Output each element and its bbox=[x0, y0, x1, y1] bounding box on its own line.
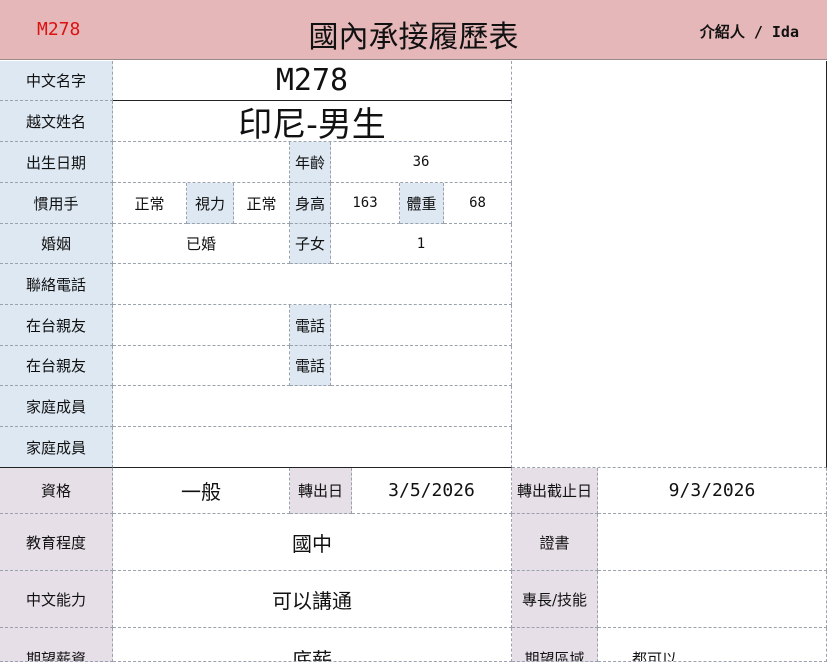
label-vision: 視力 bbox=[187, 183, 234, 224]
value-marriage: 已婚 bbox=[113, 224, 290, 264]
value-chinese-name: M278 bbox=[113, 61, 512, 101]
label-viet-name: 越文姓名 bbox=[0, 101, 113, 142]
value-hand: 正常 bbox=[113, 183, 187, 224]
value-weight: 68 bbox=[444, 183, 512, 224]
label-expected-salary: 期望薪資 bbox=[0, 628, 113, 662]
value-family-2 bbox=[113, 427, 512, 468]
label-family-2: 家庭成員 bbox=[0, 427, 113, 468]
value-expected-area: 都可以 bbox=[598, 628, 827, 662]
value-relative-2-phone bbox=[331, 346, 512, 386]
label-family-1: 家庭成員 bbox=[0, 386, 113, 427]
label-contact-phone: 聯絡電話 bbox=[0, 264, 113, 305]
label-expected-area: 期望區域 bbox=[512, 628, 598, 662]
label-relative-2-phone: 電話 bbox=[290, 346, 331, 386]
label-relative-1-phone: 電話 bbox=[290, 305, 331, 346]
value-age: 36 bbox=[331, 142, 512, 183]
label-hand: 慣用手 bbox=[0, 183, 113, 224]
value-family-1 bbox=[113, 386, 512, 427]
value-relative-1-phone bbox=[331, 305, 512, 346]
label-birth: 出生日期 bbox=[0, 142, 113, 183]
value-skills bbox=[598, 571, 827, 628]
value-certificate bbox=[598, 514, 827, 571]
value-viet-name: 印尼-男生 bbox=[113, 101, 512, 142]
label-skills: 專長/技能 bbox=[512, 571, 598, 628]
value-children: 1 bbox=[331, 224, 512, 264]
label-transfer-deadline: 轉出截止日 bbox=[512, 468, 598, 514]
value-vision: 正常 bbox=[234, 183, 290, 224]
label-education: 教育程度 bbox=[0, 514, 113, 571]
value-relative-1 bbox=[113, 305, 290, 346]
label-age: 年齡 bbox=[290, 142, 331, 183]
value-relative-2 bbox=[113, 346, 290, 386]
value-transfer-date: 3/5/2026 bbox=[352, 468, 512, 514]
value-education: 國中 bbox=[113, 514, 512, 571]
value-transfer-deadline: 9/3/2026 bbox=[598, 468, 827, 514]
label-marriage: 婚姻 bbox=[0, 224, 113, 264]
value-contact-phone bbox=[113, 264, 512, 305]
label-chinese-name: 中文名字 bbox=[0, 61, 113, 101]
value-chinese-ability: 可以講通 bbox=[113, 571, 512, 628]
value-birth bbox=[113, 142, 290, 183]
value-height: 163 bbox=[331, 183, 400, 224]
label-chinese-ability: 中文能力 bbox=[0, 571, 113, 628]
label-children: 子女 bbox=[290, 224, 331, 264]
introducer: 介紹人 / Ida bbox=[699, 23, 799, 41]
label-certificate: 證書 bbox=[512, 514, 598, 571]
label-qualification: 資格 bbox=[0, 468, 113, 514]
value-qualification: 一般 bbox=[113, 468, 290, 514]
label-transfer-date: 轉出日 bbox=[290, 468, 352, 514]
label-weight: 體重 bbox=[400, 183, 444, 224]
label-relative-2: 在台親友 bbox=[0, 346, 113, 386]
label-relative-1: 在台親友 bbox=[0, 305, 113, 346]
label-height: 身高 bbox=[290, 183, 331, 224]
value-expected-salary: 底薪 bbox=[113, 628, 512, 662]
photo-area bbox=[512, 61, 827, 468]
